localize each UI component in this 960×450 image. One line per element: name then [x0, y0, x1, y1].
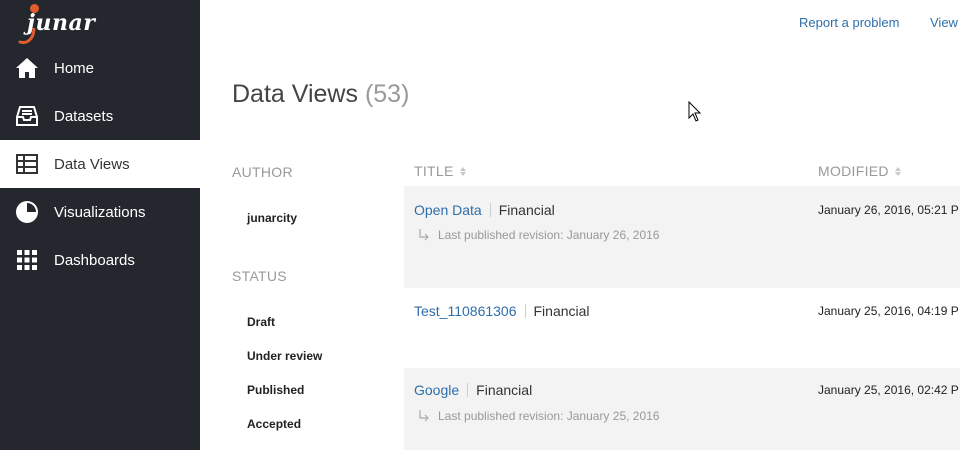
status-filter-heading: STATUS — [232, 268, 287, 284]
revision-info: Last published revision: January 25, 201… — [418, 409, 659, 423]
category-label: Financial — [476, 382, 533, 398]
table-row: Google Financial Last published revision… — [404, 368, 960, 450]
modified-date: January 25, 2016, 02:42 P — [818, 383, 959, 397]
junar-logo[interactable]: junar — [16, 4, 106, 44]
column-header-title[interactable]: TITLE — [414, 163, 466, 179]
sidebar-item-visualizations[interactable]: Visualizations — [0, 188, 200, 236]
sort-icon — [894, 166, 901, 176]
divider — [467, 383, 469, 397]
data-view-link[interactable]: Test_110861306 — [414, 303, 517, 319]
pie-chart-icon — [0, 200, 54, 224]
column-header-title-label: TITLE — [414, 163, 454, 179]
sort-icon — [459, 166, 466, 176]
status-filter-accepted[interactable]: Accepted — [247, 417, 301, 431]
author-filter-junarcity[interactable]: junarcity — [247, 211, 297, 225]
author-filter-heading: AUTHOR — [232, 164, 293, 180]
sidebar-item-dashboards[interactable]: Dashboards — [0, 236, 200, 284]
view-link[interactable]: View — [930, 15, 958, 30]
grid-icon — [0, 250, 54, 270]
status-filter-draft[interactable]: Draft — [247, 315, 275, 329]
table-row: Test_110861306 Financial January 25, 201… — [404, 288, 960, 368]
status-filter-under-review[interactable]: Under review — [247, 349, 322, 363]
mouse-cursor-icon — [688, 101, 702, 122]
divider — [489, 203, 491, 217]
revision-text: Last published revision: January 25, 201… — [438, 409, 660, 423]
table-row: Open Data Financial Last published revis… — [404, 186, 960, 288]
revision-info: Last published revision: January 26, 201… — [418, 228, 659, 242]
inbox-icon — [0, 105, 54, 127]
sidebar: junar Home Datasets Data Views Visualiza… — [0, 0, 200, 450]
sidebar-item-label: Home — [54, 59, 95, 77]
category-label: Financial — [533, 303, 590, 319]
sidebar-item-datasets[interactable]: Datasets — [0, 92, 200, 140]
category-label: Financial — [498, 202, 555, 218]
data-view-link[interactable]: Open Data — [414, 202, 482, 218]
report-problem-link[interactable]: Report a problem — [799, 15, 899, 30]
revision-text: Last published revision: January 26, 201… — [438, 228, 660, 242]
modified-date: January 25, 2016, 04:19 P — [818, 304, 959, 318]
return-arrow-icon — [419, 410, 429, 422]
status-filter-published[interactable]: Published — [247, 383, 304, 397]
page-title: Data Views (53) — [232, 80, 409, 109]
table-icon — [0, 154, 54, 174]
column-header-modified-label: MODIFIED — [818, 163, 889, 179]
row-title: Google Financial — [414, 382, 532, 398]
sidebar-item-label: Dashboards — [54, 251, 135, 269]
modified-date: January 26, 2016, 05:21 P — [818, 203, 959, 217]
sidebar-item-label: Visualizations — [54, 203, 146, 221]
page-title-count: (53) — [364, 80, 410, 108]
sidebar-item-label: Datasets — [54, 107, 114, 125]
column-header-modified[interactable]: MODIFIED — [818, 163, 901, 179]
row-title: Test_110861306 Financial — [414, 303, 590, 319]
sidebar-item-label: Data Views — [54, 155, 130, 173]
divider — [524, 304, 526, 318]
page-title-text: Data Views — [232, 80, 358, 108]
home-icon — [0, 57, 54, 79]
data-view-link[interactable]: Google — [414, 382, 459, 398]
sidebar-item-home[interactable]: Home — [0, 44, 200, 92]
return-arrow-icon — [419, 229, 429, 241]
row-title: Open Data Financial — [414, 202, 555, 218]
sidebar-item-data-views[interactable]: Data Views — [0, 140, 200, 188]
